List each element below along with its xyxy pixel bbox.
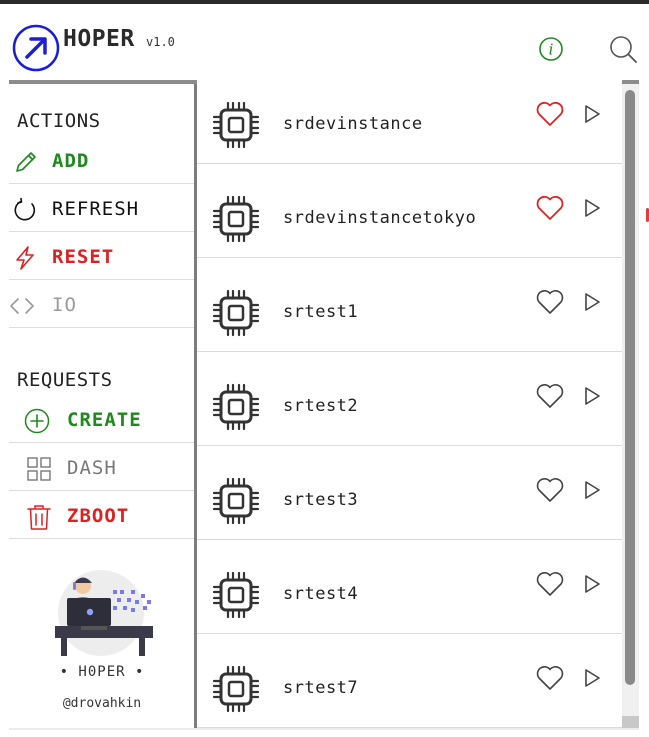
dashboard-icon <box>27 457 51 481</box>
instance-list: srdevinstance srdevinstancetokyo srtest1 <box>197 70 622 737</box>
play-icon[interactable] <box>583 292 601 312</box>
reset-label: RESET <box>52 246 115 268</box>
search-icon[interactable] <box>608 34 638 64</box>
create-label: CREATE <box>67 409 142 431</box>
instance-name: srtest7 <box>283 678 359 698</box>
cpu-chip-icon <box>212 101 260 149</box>
brand-signature: • H0PER • <box>59 664 145 680</box>
heart-icon[interactable] <box>535 194 565 222</box>
trash-icon <box>27 505 51 530</box>
cpu-chip-icon <box>212 289 260 337</box>
instance-row[interactable]: srtest1 <box>197 258 622 352</box>
app-version: v1.0 <box>146 35 175 49</box>
instance-name: srtest1 <box>283 302 359 322</box>
heart-icon[interactable] <box>535 570 565 598</box>
refresh-button[interactable]: REFRESH <box>9 185 195 232</box>
refresh-icon <box>14 197 36 221</box>
cpu-chip-icon <box>212 477 260 525</box>
reset-button[interactable]: RESET <box>9 233 195 280</box>
io-button[interactable]: IO <box>9 281 195 328</box>
app-title: HOPER <box>63 26 135 52</box>
author-handle: @drovahkin <box>62 696 142 711</box>
zboot-button[interactable]: ZBOOT <box>9 492 195 539</box>
bottom-border <box>9 728 639 730</box>
instance-name: srtest4 <box>283 584 359 604</box>
heart-icon[interactable] <box>535 382 565 410</box>
heart-icon[interactable] <box>535 664 565 692</box>
io-label: IO <box>52 294 77 316</box>
zboot-label: ZBOOT <box>67 505 130 527</box>
lightning-icon <box>16 246 34 270</box>
instance-row[interactable]: srdevinstance <box>197 70 622 164</box>
pencil-icon <box>16 152 36 172</box>
play-icon[interactable] <box>583 198 601 218</box>
instance-row[interactable]: srtest7 <box>197 634 622 728</box>
actions-section-title: ACTIONS <box>17 110 101 132</box>
instance-name: srtest2 <box>283 396 359 416</box>
play-icon[interactable] <box>583 574 601 594</box>
heart-icon[interactable] <box>535 476 565 504</box>
heart-icon[interactable] <box>535 288 565 316</box>
requests-section-title: REQUESTS <box>17 369 113 391</box>
instance-row[interactable]: srtest4 <box>197 540 622 634</box>
cpu-chip-icon <box>212 571 260 619</box>
arrow-up-right-logo-icon <box>12 24 60 72</box>
cpu-chip-icon <box>212 195 260 243</box>
play-icon[interactable] <box>583 386 601 406</box>
instance-name: srtest3 <box>283 490 359 510</box>
svg-text:i: i <box>549 41 554 59</box>
play-icon[interactable] <box>583 480 601 500</box>
info-icon[interactable]: i <box>538 36 564 62</box>
dash-label: DASH <box>67 457 117 479</box>
code-icon <box>10 298 34 314</box>
add-button[interactable]: ADD <box>9 137 195 184</box>
sidebar: ACTIONS ADD REFRESH RESET IO REQUESTS CR… <box>9 84 195 729</box>
plus-circle-icon <box>24 408 50 434</box>
heart-icon[interactable] <box>535 100 565 128</box>
add-label: ADD <box>52 150 90 172</box>
scrollbar-thumb[interactable] <box>625 90 635 685</box>
instance-row[interactable]: srtest3 <box>197 446 622 540</box>
create-button[interactable]: CREATE <box>9 396 195 443</box>
refresh-label: REFRESH <box>52 198 140 220</box>
instance-row[interactable]: srtest2 <box>197 352 622 446</box>
scrollbar-base <box>622 716 639 728</box>
instance-name: srdevinstancetokyo <box>283 208 477 228</box>
dash-button[interactable]: DASH <box>9 444 195 491</box>
developer-avatar <box>55 570 153 656</box>
cpu-chip-icon <box>212 665 260 713</box>
instance-row[interactable]: srdevinstancetokyo <box>197 164 622 258</box>
play-icon[interactable] <box>583 104 601 124</box>
cpu-chip-icon <box>212 383 260 431</box>
play-icon[interactable] <box>583 668 601 688</box>
instance-name: srdevinstance <box>283 114 423 134</box>
